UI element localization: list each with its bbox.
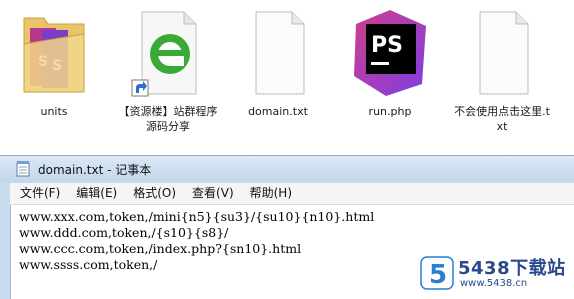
- window-title: domain.txt - 记事本: [38, 162, 152, 177]
- menu-bar: 文件(F) 编辑(E) 格式(O) 查看(V) 帮助(H): [10, 183, 574, 205]
- editor-line: www.ccc.com,token,/index.php?{sn10}.html: [19, 241, 302, 256]
- text-file-icon: [479, 11, 529, 95]
- watermark-url: www.5438.cn: [460, 278, 528, 289]
- desktop-icons-area: S S units 【资源楼】站群程序源码分享 d: [0, 0, 574, 150]
- folder-icon: S S: [23, 17, 85, 93]
- menu-edit[interactable]: 编辑(E): [70, 183, 123, 204]
- text-file-icon: [255, 11, 305, 95]
- editor-line: www.ddd.com,token,/{s10}{s8}/: [19, 225, 229, 240]
- watermark-badge-text: 5: [429, 260, 447, 290]
- phpstorm-icon: PS: [354, 10, 426, 96]
- menu-help[interactable]: 帮助(H): [244, 183, 298, 204]
- watermark-brand: 5438下载站: [458, 258, 566, 279]
- menu-view[interactable]: 查看(V): [186, 183, 240, 204]
- ie-shortcut-icon: [131, 11, 197, 97]
- desktop-item-label: 【资源楼】站群程序源码分享: [118, 105, 218, 133]
- site-watermark: 5 5438下载站 www.5438.cn: [420, 254, 570, 294]
- editor-line: www.ssss.com,token,/: [19, 257, 158, 272]
- desktop-item-label: 不会使用点击这里.txt: [454, 105, 550, 133]
- menu-format[interactable]: 格式(O): [127, 183, 182, 204]
- notepad-icon: [16, 161, 30, 177]
- desktop-item-label: run.php: [368, 105, 412, 118]
- watermark-logo-icon: 5: [420, 256, 454, 290]
- notepad-titlebar[interactable]: domain.txt - 记事本: [0, 156, 574, 182]
- svg-text:PS: PS: [371, 33, 403, 58]
- desktop-item-label: units: [40, 105, 68, 118]
- menu-file[interactable]: 文件(F): [14, 183, 66, 204]
- desktop-item-label: domain.txt: [248, 105, 308, 118]
- editor-line: www.xxx.com,token,/mini{n5}{su3}/{su10}{…: [19, 209, 375, 224]
